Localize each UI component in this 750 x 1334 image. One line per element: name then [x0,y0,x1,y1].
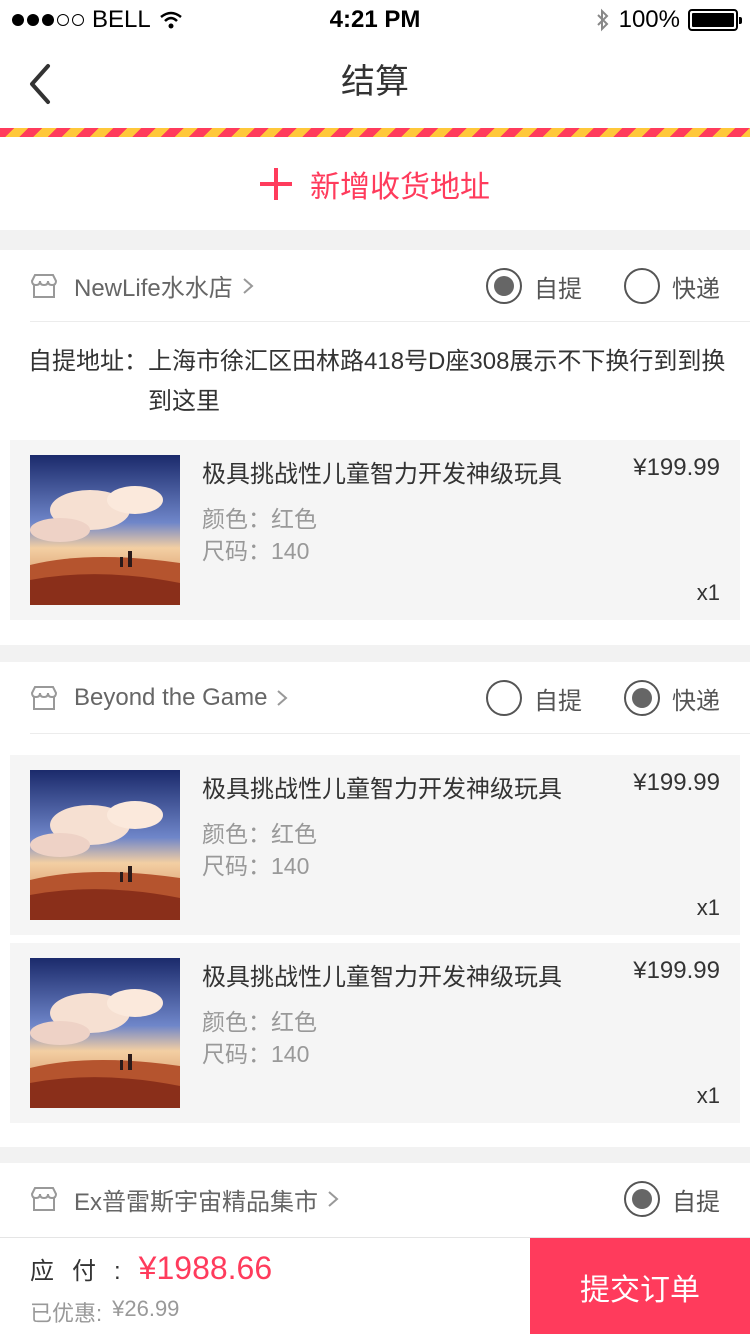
battery-icon [688,9,742,31]
radio-checked-icon[interactable] [624,1181,660,1217]
product-color: 颜色：红色 [202,506,317,532]
shop-name[interactable]: Beyond the Game [74,684,267,712]
option-pickup[interactable]: 自提 [486,680,582,716]
product-price: ¥199.99 [633,957,720,984]
product-size: 尺码：140 [202,1041,310,1067]
product-image [30,770,180,920]
battery-info: 100% [595,6,742,34]
pay-label: 应付: [30,1258,139,1285]
store-icon [30,1187,58,1211]
signal-icon [12,14,84,26]
product-quantity: x1 [696,1083,720,1108]
product-size: 尺码：140 [202,853,310,879]
option-pickup-label: 自提 [534,687,582,715]
store-icon [30,685,58,710]
delivery-options: 自提 快递 [486,250,720,322]
product-title: 极具挑战性儿童智力开发神级玩具 [202,461,562,488]
radio-checked-icon[interactable] [624,680,660,716]
product-item[interactable]: 极具挑战性儿童智力开发神级玩具 ¥199.99 颜色：红色 尺码：140 x1 [10,440,740,620]
product-item[interactable]: 极具挑战性儿童智力开发神级玩具 ¥199.99 颜色：红色 尺码：140 x1 [10,755,740,935]
shop-section: Beyond the Game 自提 快递 极具挑战性儿童智力开发神级玩具 ¥1… [0,662,750,1147]
battery-percent: 100% [618,6,680,33]
product-item[interactable]: 极具挑战性儿童智力开发神级玩具 ¥199.99 颜色：红色 尺码：140 x1 [10,943,740,1123]
discount-row: 已优惠: ¥26.99 [30,1296,179,1328]
radio-checked-icon[interactable] [486,268,522,304]
discount-amount: ¥26.99 [112,1296,180,1321]
plus-icon [260,167,292,200]
option-pickup-label: 自提 [534,275,582,303]
product-price: ¥199.99 [633,454,720,481]
add-address-button[interactable]: 新增收货地址 [0,137,750,230]
product-color: 颜色：红色 [202,1009,317,1035]
status-bar: BELL 4:21 PM 100% [0,0,750,40]
pay-amount: ¥1988.66 [138,1250,273,1286]
delivery-options: 自提 快递 [486,662,720,734]
pickup-address-label: 自提地址： [28,348,148,375]
chevron-right-icon [243,277,254,294]
product-price: ¥199.99 [633,769,720,796]
bluetooth-icon [596,8,609,32]
carrier-name: BELL [92,6,151,33]
carrier-info: BELL [12,6,183,34]
product-color: 颜色：红色 [202,821,317,847]
shop-name[interactable]: Ex普雷斯宇宙精品集市 [74,1182,318,1217]
shop-section: NewLife水水店 自提 快递 自提地址： 上海市徐汇区田林路418号D座30… [0,250,750,645]
nav-bar: 结算 [0,40,750,128]
checkout-bar: 应付: ¥1988.66 已优惠: ¥26.99 提交订单 [0,1237,750,1334]
product-quantity: x1 [696,580,720,605]
wifi-icon [159,11,182,29]
pickup-address: 自提地址： 上海市徐汇区田林路418号D座308展示不下换行到到换到这里 [28,342,726,422]
submit-order-button[interactable]: 提交订单 [530,1238,750,1334]
chevron-right-icon [277,689,288,706]
chevron-right-icon [328,1191,339,1207]
address-stripe [0,128,750,137]
page-title: 结算 [341,63,409,101]
pay-total-row: 应付: ¥1988.66 [30,1250,272,1287]
option-pickup[interactable]: 自提 [486,268,582,304]
pickup-address-text: 上海市徐汇区田林路418号D座308展示不下换行到到换到这里 [148,348,726,415]
option-pickup-label: 自提 [672,1188,720,1216]
discount-label: 已优惠: [30,1301,103,1326]
option-express-label: 快递 [672,275,720,303]
radio-unchecked-icon[interactable] [486,680,522,716]
shop-section: Ex普雷斯宇宙精品集市 自提 [0,1163,750,1243]
product-image [30,455,180,605]
radio-unchecked-icon[interactable] [624,268,660,304]
product-size: 尺码：140 [202,538,310,564]
product-quantity: x1 [696,895,720,920]
store-icon [30,273,58,298]
option-express[interactable]: 快递 [624,680,720,716]
delivery-options: 自提 [624,1163,720,1235]
product-image [30,958,180,1108]
product-title: 极具挑战性儿童智力开发神级玩具 [202,964,562,991]
shop-name[interactable]: NewLife水水店 [74,268,233,303]
add-address-label: 新增收货地址 [310,170,490,204]
product-title: 极具挑战性儿童智力开发神级玩具 [202,776,562,803]
option-express[interactable]: 快递 [624,268,720,304]
option-pickup[interactable]: 自提 [624,1181,720,1217]
option-express-label: 快递 [672,687,720,715]
